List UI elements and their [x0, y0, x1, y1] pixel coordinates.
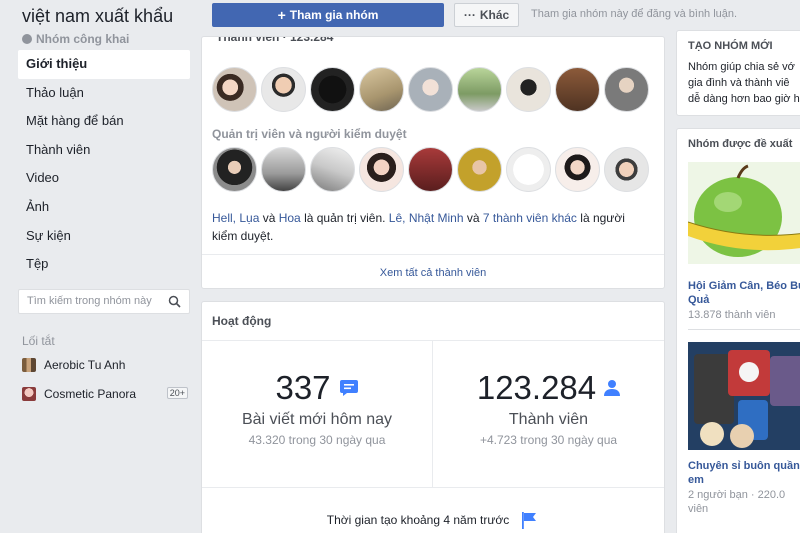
nav-item-events[interactable]: Sự kiện — [18, 222, 190, 251]
divider — [202, 487, 664, 488]
suggested-groups-card: Nhóm được đề xuất Hội Giảm Cân, Béo Bụng… — [676, 128, 800, 533]
shortcut-item[interactable]: Aerobic Tu Anh — [22, 356, 190, 374]
group-privacy: Nhóm công khai — [22, 32, 129, 46]
member-avatars — [212, 67, 649, 112]
flag-icon — [522, 512, 537, 529]
plus-icon: + — [277, 7, 286, 23]
create-group-body: Nhóm giúp chia sẻ vớ gia đình và thành v… — [688, 61, 800, 105]
members-count: 123.284 — [476, 369, 597, 406]
apple-image — [688, 162, 800, 264]
suggested-group-name[interactable]: Hội Giảm Cân, Béo Bụng — [688, 279, 800, 293]
group-name[interactable]: việt nam xuất khẩu — [22, 6, 173, 27]
created-info: Thời gian tạo khoảng 4 năm trước — [202, 510, 664, 530]
members-stat-value: 123.284 — [433, 369, 664, 407]
join-hint: Tham gia nhóm này để đăng và bình luận. — [531, 8, 738, 20]
suggested-groups-title: Nhóm được đề xuất — [688, 138, 793, 150]
create-group-card: TẠO NHÓM MỚI Nhóm giúp chia sẻ vớ gia đì… — [676, 30, 800, 116]
divider — [688, 329, 800, 330]
posts-today-count: 337 — [275, 369, 331, 406]
left-sidebar: việt nam xuất khẩu Nhóm công khai Giới t… — [0, 0, 196, 533]
posts-stat: 337 Bài viết mới hôm nay 43.320 trong 30… — [202, 341, 433, 487]
posts-sub: 43.320 trong 30 ngày qua — [248, 433, 386, 447]
join-group-button[interactable]: + Tham gia nhóm — [212, 3, 444, 27]
member-avatar[interactable] — [359, 67, 404, 112]
admin-avatar[interactable] — [212, 147, 257, 192]
search-icon[interactable] — [168, 295, 181, 308]
suggested-group-name-cont[interactable]: Quả — [688, 293, 800, 307]
comment-icon — [339, 380, 358, 396]
created-label: Thời gian tạo khoảng 4 năm trước — [326, 513, 510, 527]
more-label: Khác — [479, 8, 510, 22]
suggested-group-members: 2 người bạn · 220.0 — [688, 489, 786, 501]
member-avatar[interactable] — [604, 67, 649, 112]
admin-avatars — [212, 147, 649, 192]
admin-avatar[interactable] — [604, 147, 649, 192]
admin-link[interactable]: Hoa — [279, 211, 301, 225]
admin-avatar[interactable] — [408, 147, 453, 192]
admin-avatar[interactable] — [555, 147, 600, 192]
members-sub: +4.723 trong 30 ngày qua — [479, 433, 618, 447]
activity-card: Hoạt động 337 Bài viết mới hôm nay 43.32… — [201, 301, 665, 533]
create-group-title[interactable]: TẠO NHÓM MỚI — [688, 40, 773, 52]
shortcut-thumbnail — [22, 387, 36, 401]
member-avatar[interactable] — [212, 67, 257, 112]
activity-title: Hoạt động — [212, 314, 272, 328]
member-avatar[interactable] — [310, 67, 355, 112]
admin-avatar[interactable] — [359, 147, 404, 192]
more-button[interactable]: ··· Khác — [454, 3, 519, 27]
nav-item-files[interactable]: Tệp — [18, 250, 190, 279]
nav-item-discussion[interactable]: Thảo luận — [18, 79, 190, 108]
clothing-image — [688, 342, 800, 450]
member-avatar[interactable] — [555, 67, 600, 112]
globe-icon — [22, 34, 32, 44]
admin-avatar[interactable] — [457, 147, 502, 192]
shortcut-label: Cosmetic Panora — [44, 387, 137, 401]
shortcut-thumbnail — [22, 358, 36, 372]
member-avatar[interactable] — [506, 67, 551, 112]
posts-label: Bài viết mới hôm nay — [241, 411, 393, 428]
member-avatar[interactable] — [457, 67, 502, 112]
member-avatar[interactable] — [408, 67, 453, 112]
suggested-group-name-cont[interactable]: em — [688, 473, 800, 487]
members-stat: 123.284 Thành viên +4.723 trong 30 ngày … — [433, 341, 664, 487]
admins-title: Quản trị viên và người kiểm duyệt — [212, 127, 407, 141]
member-avatar[interactable] — [261, 67, 306, 112]
suggested-group-image[interactable] — [688, 342, 800, 450]
group-nav: Giới thiệu Thảo luận Mặt hàng để bán Thà… — [18, 50, 190, 279]
admin-avatar[interactable] — [261, 147, 306, 192]
nav-item-for-sale[interactable]: Mặt hàng để bán — [18, 107, 190, 136]
suggested-group-members: 13.878 thành viên — [688, 309, 776, 321]
nav-item-photos[interactable]: Ảnh — [18, 193, 190, 222]
members-card: Thành viên · 123.284 Quản trị viên và ng… — [201, 36, 665, 289]
more-dots-icon: ··· — [463, 8, 476, 22]
moderators-more-link[interactable]: 7 thành viên khác — [483, 211, 577, 225]
moderator-link[interactable]: Lê, Nhật Minh — [389, 211, 464, 225]
members-label: Thành viên — [508, 411, 589, 428]
join-group-label: Tham gia nhóm — [289, 8, 379, 22]
admin-avatar[interactable] — [506, 147, 551, 192]
shortcut-label: Aerobic Tu Anh — [44, 358, 126, 372]
shortcut-item[interactable]: Cosmetic Panora 20+ — [22, 385, 190, 403]
admin-avatar[interactable] — [310, 147, 355, 192]
suggested-group-members-cont: viên — [688, 503, 709, 515]
admins-description: Hell, Lụa và Hoa là quản trị viên. Lê, N… — [212, 211, 625, 243]
nav-item-videos[interactable]: Video — [18, 164, 190, 193]
members-header: Thành viên · 123.284 — [216, 36, 334, 44]
person-icon — [604, 380, 621, 396]
privacy-label: Nhóm công khai — [36, 32, 130, 46]
shortcuts-title: Lối tắt — [22, 334, 55, 348]
suggested-group-image[interactable] — [688, 162, 800, 264]
admin-link[interactable]: Hell, Lụa — [212, 211, 259, 225]
group-search — [18, 289, 190, 314]
nav-item-members[interactable]: Thành viên — [18, 136, 190, 165]
notification-badge: 20+ — [166, 387, 188, 399]
posts-stat-value: 337 — [202, 369, 432, 407]
nav-item-about[interactable]: Giới thiệu — [18, 50, 190, 79]
see-all-members-link[interactable]: Xem tất cả thành viên — [202, 254, 664, 288]
group-search-input[interactable] — [19, 290, 159, 312]
suggested-group-name[interactable]: Chuyên sỉ buôn quần — [688, 459, 800, 473]
